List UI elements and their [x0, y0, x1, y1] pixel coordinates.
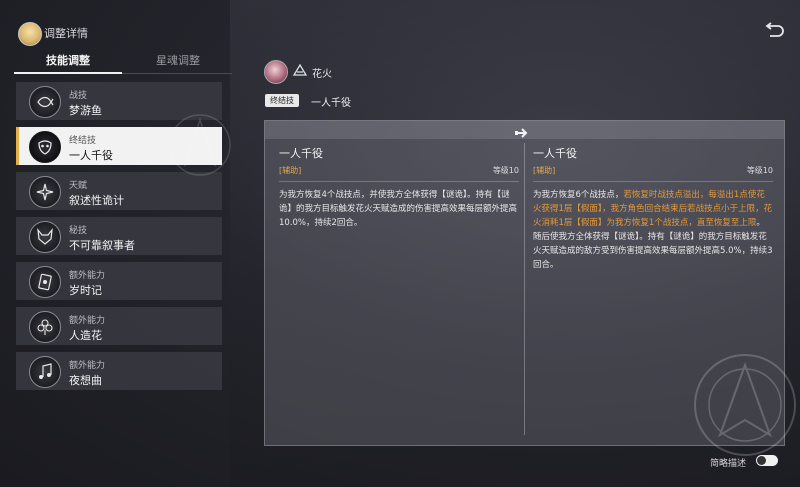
star-icon	[29, 176, 61, 208]
back-button[interactable]	[762, 22, 786, 42]
skill-type-label: 终结技	[69, 136, 97, 146]
old-skill-level: 等级10	[492, 166, 519, 175]
old-skill-title: 一人千役	[279, 147, 323, 160]
description-text: 为我方恢复6个战技点，	[533, 190, 624, 200]
skill-type-label: 额外能力	[69, 271, 106, 281]
skill-name-label: 一人千役	[69, 149, 113, 162]
tab-eidolon-adjust[interactable]: 星魂调整	[124, 52, 232, 68]
player-avatar	[18, 22, 42, 46]
tab-active-indicator	[14, 72, 122, 74]
flower-icon	[29, 311, 61, 343]
tab-bar: 技能调整 星魂调整	[14, 52, 232, 74]
column-divider	[524, 143, 525, 435]
old-divider	[279, 181, 519, 182]
skill-item-bonus-3[interactable]: 额外能力 夜想曲	[16, 352, 222, 390]
skill-item-bonus-2[interactable]: 额外能力 人造花	[16, 307, 222, 345]
old-skill-description: 为我方恢复4个战技点，并使我方全体获得【谜诡】。持有【谜诡】的我方目标触发花火天…	[279, 188, 519, 230]
skill-name-label: 叙述性诡计	[69, 194, 124, 207]
selected-skill-name: 一人千役	[311, 98, 351, 109]
new-skill-description: 为我方恢复6个战技点，若恢复时战技点溢出，每溢出1点使花火获得1层【假面】，我方…	[533, 188, 773, 272]
tab-skill-adjust[interactable]: 技能调整	[14, 52, 122, 68]
old-skill-tag: [辅助]	[279, 166, 302, 175]
mask-icon	[29, 131, 61, 163]
skill-type-label: 额外能力	[69, 361, 106, 371]
toggle-knob	[757, 456, 766, 465]
new-divider	[533, 181, 773, 182]
emblem-watermark	[690, 350, 800, 460]
character-avatar	[264, 60, 288, 84]
skill-name-label: 夜想曲	[69, 374, 102, 387]
skill-type-label: 战技	[69, 91, 88, 101]
arrow-right-icon	[515, 124, 529, 143]
card-icon	[29, 266, 61, 298]
new-skill-title: 一人千役	[533, 147, 577, 160]
panel-header	[265, 121, 784, 139]
skill-name-label: 岁时记	[69, 284, 102, 297]
skill-type-label: 秘技	[69, 226, 88, 236]
skill-item-bonus-1[interactable]: 额外能力 岁时记	[16, 262, 222, 300]
music-icon	[29, 356, 61, 388]
character-name: 花火	[312, 69, 332, 80]
fox-mask-icon	[29, 221, 61, 253]
skill-name-label: 不可靠叙事者	[69, 239, 135, 252]
skill-item-technique[interactable]: 秘技 不可靠叙事者	[16, 217, 222, 255]
description-text: 为我方恢复4个战技点，并使我方全体获得【谜诡】。持有【谜诡】的我方目标触发花火天…	[279, 190, 518, 228]
emblem-watermark-small	[165, 110, 235, 180]
skill-category-badge: 终结技	[265, 94, 299, 107]
brief-description-toggle[interactable]	[756, 455, 778, 466]
fish-icon	[29, 86, 61, 118]
back-icon	[765, 22, 784, 37]
new-version-column: 一人千役 [辅助] 等级10 为我方恢复6个战技点，若恢复时战技点溢出，每溢出1…	[533, 145, 773, 272]
skill-name-label: 人造花	[69, 329, 102, 342]
skill-type-label: 天赋	[69, 181, 88, 191]
new-skill-level: 等级10	[746, 166, 773, 175]
old-version-column: 一人千役 [辅助] 等级10 为我方恢复4个战技点，并使我方全体获得【谜诡】。持…	[279, 145, 519, 230]
skill-type-label: 额外能力	[69, 316, 106, 326]
top-bar: 调整详情	[0, 0, 800, 46]
new-skill-tag: [辅助]	[533, 166, 556, 175]
path-harmony-icon	[292, 63, 308, 83]
page-title: 调整详情	[44, 27, 88, 40]
skill-name-label: 梦游鱼	[69, 104, 102, 117]
brief-description-label: 简略描述	[710, 459, 747, 469]
